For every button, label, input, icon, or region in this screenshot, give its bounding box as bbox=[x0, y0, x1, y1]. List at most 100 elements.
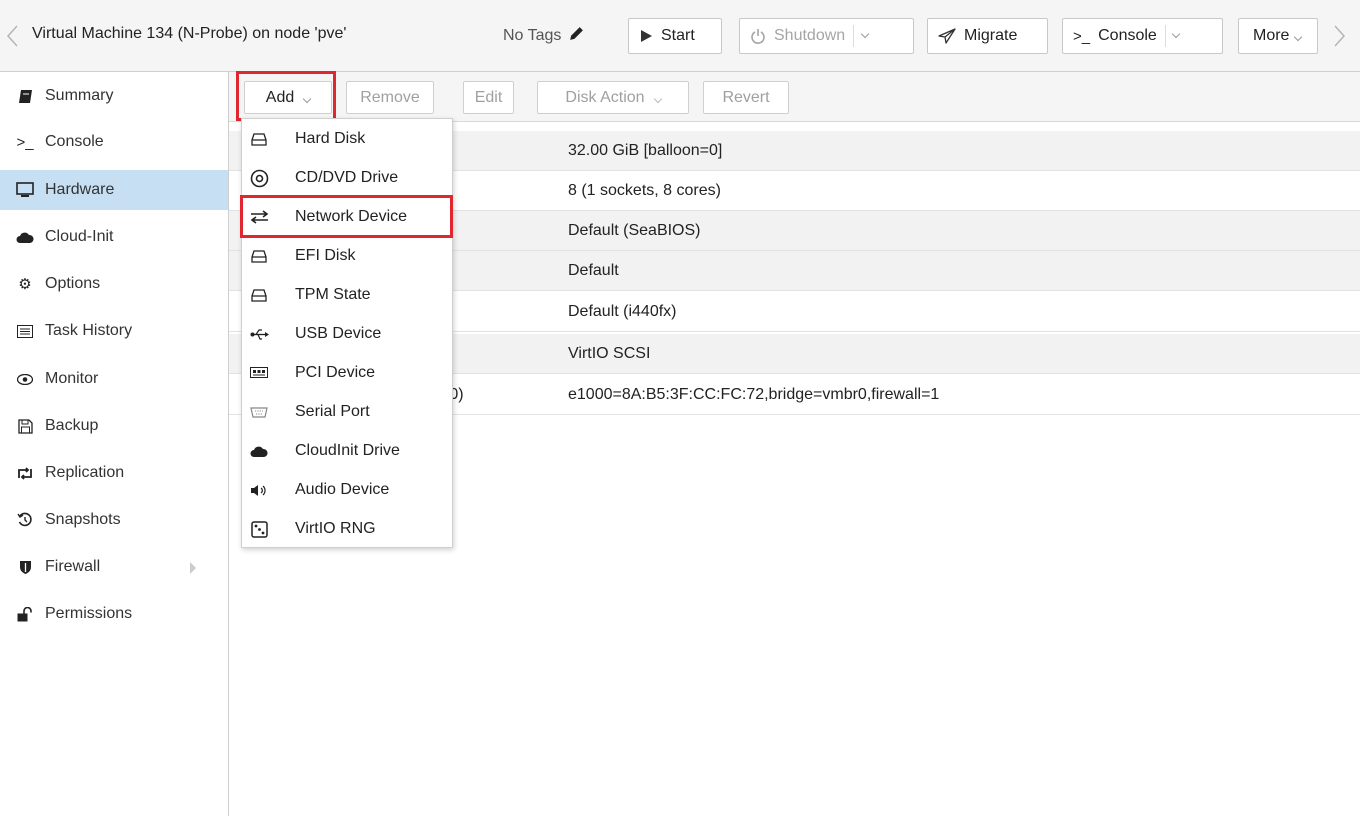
start-label: Start bbox=[661, 27, 695, 44]
sidebar-item-backup[interactable]: Backup bbox=[0, 406, 228, 446]
serial-port-icon bbox=[248, 406, 270, 418]
network-device-highlight bbox=[240, 195, 453, 238]
cloud-icon bbox=[248, 445, 270, 458]
sidebar-item-firewall[interactable]: Firewall bbox=[0, 547, 228, 587]
row-value: Default (SeaBIOS) bbox=[568, 222, 701, 239]
migrate-button[interactable]: Migrate bbox=[927, 18, 1048, 54]
terminal-icon: >_ bbox=[16, 133, 34, 151]
book-icon bbox=[15, 89, 35, 104]
menu-item-serial-port[interactable]: Serial Port bbox=[242, 393, 452, 431]
more-label: More bbox=[1253, 27, 1290, 44]
dice-icon bbox=[248, 520, 270, 538]
menu-item-efi-disk[interactable]: EFI Disk bbox=[242, 237, 452, 275]
chevron-down-icon bbox=[1172, 29, 1181, 39]
console-button[interactable]: >_ Console bbox=[1062, 18, 1223, 54]
chevron-down-icon bbox=[860, 29, 869, 39]
sidebar-item-permissions[interactable]: Permissions bbox=[0, 594, 228, 634]
edit-button[interactable]: Edit bbox=[463, 81, 514, 114]
hardware-toolbar: Add Remove Edit Disk Action Revert bbox=[229, 72, 1360, 122]
list-icon bbox=[15, 324, 35, 338]
pencil-icon bbox=[569, 27, 583, 40]
menu-item-cloudinit-drive[interactable]: CloudInit Drive bbox=[242, 432, 452, 470]
expand-arrow-icon[interactable] bbox=[190, 562, 196, 574]
shutdown-button[interactable]: Shutdown bbox=[739, 18, 914, 54]
menu-item-label: USB Device bbox=[295, 325, 382, 342]
volume-icon bbox=[248, 484, 270, 497]
menu-item-cd-dvd-drive[interactable]: CD/DVD Drive bbox=[242, 159, 452, 197]
retweet-icon bbox=[15, 466, 35, 480]
sidebar-item-label: Replication bbox=[45, 464, 125, 481]
sidebar-item-cloud-init[interactable]: Cloud-Init bbox=[0, 217, 228, 257]
sidebar-item-label: Monitor bbox=[45, 370, 99, 387]
menu-item-label: Serial Port bbox=[295, 403, 370, 420]
sidebar-item-label: Summary bbox=[45, 87, 114, 104]
power-off-icon bbox=[750, 28, 766, 44]
tags-label: No Tags bbox=[503, 27, 562, 44]
menu-item-pci-device[interactable]: PCI Device bbox=[242, 354, 452, 392]
sidebar-item-label: Hardware bbox=[45, 181, 115, 198]
sidebar-item-label: Task History bbox=[45, 322, 133, 339]
shield-icon bbox=[15, 560, 35, 575]
cloud-icon bbox=[15, 231, 35, 244]
menu-item-hard-disk[interactable]: Hard Disk bbox=[242, 120, 452, 158]
sidebar-item-label: Cloud-Init bbox=[45, 228, 114, 245]
menu-item-label: VirtIO RNG bbox=[295, 520, 376, 537]
remove-button[interactable]: Remove bbox=[346, 81, 434, 114]
shutdown-menu-toggle[interactable] bbox=[853, 25, 875, 47]
menu-item-label: CD/DVD Drive bbox=[295, 169, 399, 186]
remove-label: Remove bbox=[360, 88, 420, 106]
sidebar-item-snapshots[interactable]: Snapshots bbox=[0, 500, 228, 540]
paper-plane-icon bbox=[938, 28, 956, 44]
migrate-label: Migrate bbox=[964, 27, 1018, 44]
shutdown-label: Shutdown bbox=[774, 27, 846, 44]
chevron-right-icon[interactable] bbox=[1330, 22, 1348, 50]
row-value: e1000=8A:B5:3F:CC:FC:72,bridge=vmbr0,fir… bbox=[568, 386, 940, 403]
header-toolbar: Virtual Machine 134 (N-Probe) on node 'p… bbox=[0, 0, 1360, 72]
history-icon bbox=[15, 512, 35, 528]
menu-item-label: Audio Device bbox=[295, 481, 390, 498]
tags-edit[interactable]: No Tags bbox=[503, 25, 585, 45]
hdd-icon bbox=[248, 132, 270, 146]
terminal-icon: >_ bbox=[1073, 27, 1091, 45]
menu-item-virtio-rng[interactable]: VirtIO RNG bbox=[242, 510, 452, 548]
sidebar-item-label: Console bbox=[45, 133, 104, 150]
menu-item-label: TPM State bbox=[295, 286, 371, 303]
menu-item-tpm-state[interactable]: TPM State bbox=[242, 276, 452, 314]
sidebar-item-monitor[interactable]: Monitor bbox=[0, 359, 228, 399]
edit-label: Edit bbox=[474, 88, 503, 106]
sidebar-item-label: Firewall bbox=[45, 558, 101, 575]
sidebar-item-summary[interactable]: Summary bbox=[0, 76, 228, 116]
row-value: Default (i440fx) bbox=[568, 303, 677, 320]
hdd-icon bbox=[248, 249, 270, 263]
play-icon bbox=[639, 29, 653, 43]
sidebar-item-label: Backup bbox=[45, 417, 99, 434]
menu-item-audio-device[interactable]: Audio Device bbox=[242, 471, 452, 509]
sidebar-item-hardware[interactable]: Hardware bbox=[0, 170, 228, 210]
sidebar-item-label: Permissions bbox=[45, 605, 133, 622]
more-button[interactable]: More bbox=[1238, 18, 1318, 54]
pci-card-icon bbox=[248, 367, 270, 379]
chevron-left-icon[interactable] bbox=[4, 22, 22, 50]
console-label: Console bbox=[1098, 27, 1157, 44]
revert-button[interactable]: Revert bbox=[703, 81, 789, 114]
start-button[interactable]: Start bbox=[628, 18, 722, 54]
gear-icon: ⚙ bbox=[18, 276, 32, 293]
eye-icon bbox=[15, 373, 35, 385]
desktop-icon bbox=[15, 182, 35, 198]
menu-item-label: Hard Disk bbox=[295, 130, 366, 147]
sidebar-item-label: Options bbox=[45, 275, 101, 292]
sidebar: Summary >_ Console Hardware Cloud-Init ⚙… bbox=[0, 72, 229, 816]
disk-action-button[interactable]: Disk Action bbox=[537, 81, 689, 114]
sidebar-item-console[interactable]: >_ Console bbox=[0, 122, 228, 162]
console-menu-toggle[interactable] bbox=[1164, 25, 1187, 47]
menu-item-usb-device[interactable]: USB Device bbox=[242, 315, 452, 353]
row-value: VirtIO SCSI bbox=[568, 345, 651, 362]
revert-label: Revert bbox=[722, 88, 770, 106]
add-button-highlight bbox=[236, 71, 336, 121]
sidebar-item-task-history[interactable]: Task History bbox=[0, 311, 228, 351]
row-value: Default bbox=[568, 262, 619, 279]
hdd-icon bbox=[248, 288, 270, 302]
sidebar-item-replication[interactable]: Replication bbox=[0, 453, 228, 493]
sidebar-item-options[interactable]: ⚙ Options bbox=[0, 264, 228, 304]
add-dropdown-menu: Hard Disk CD/DVD Drive Network Device EF… bbox=[241, 118, 453, 548]
